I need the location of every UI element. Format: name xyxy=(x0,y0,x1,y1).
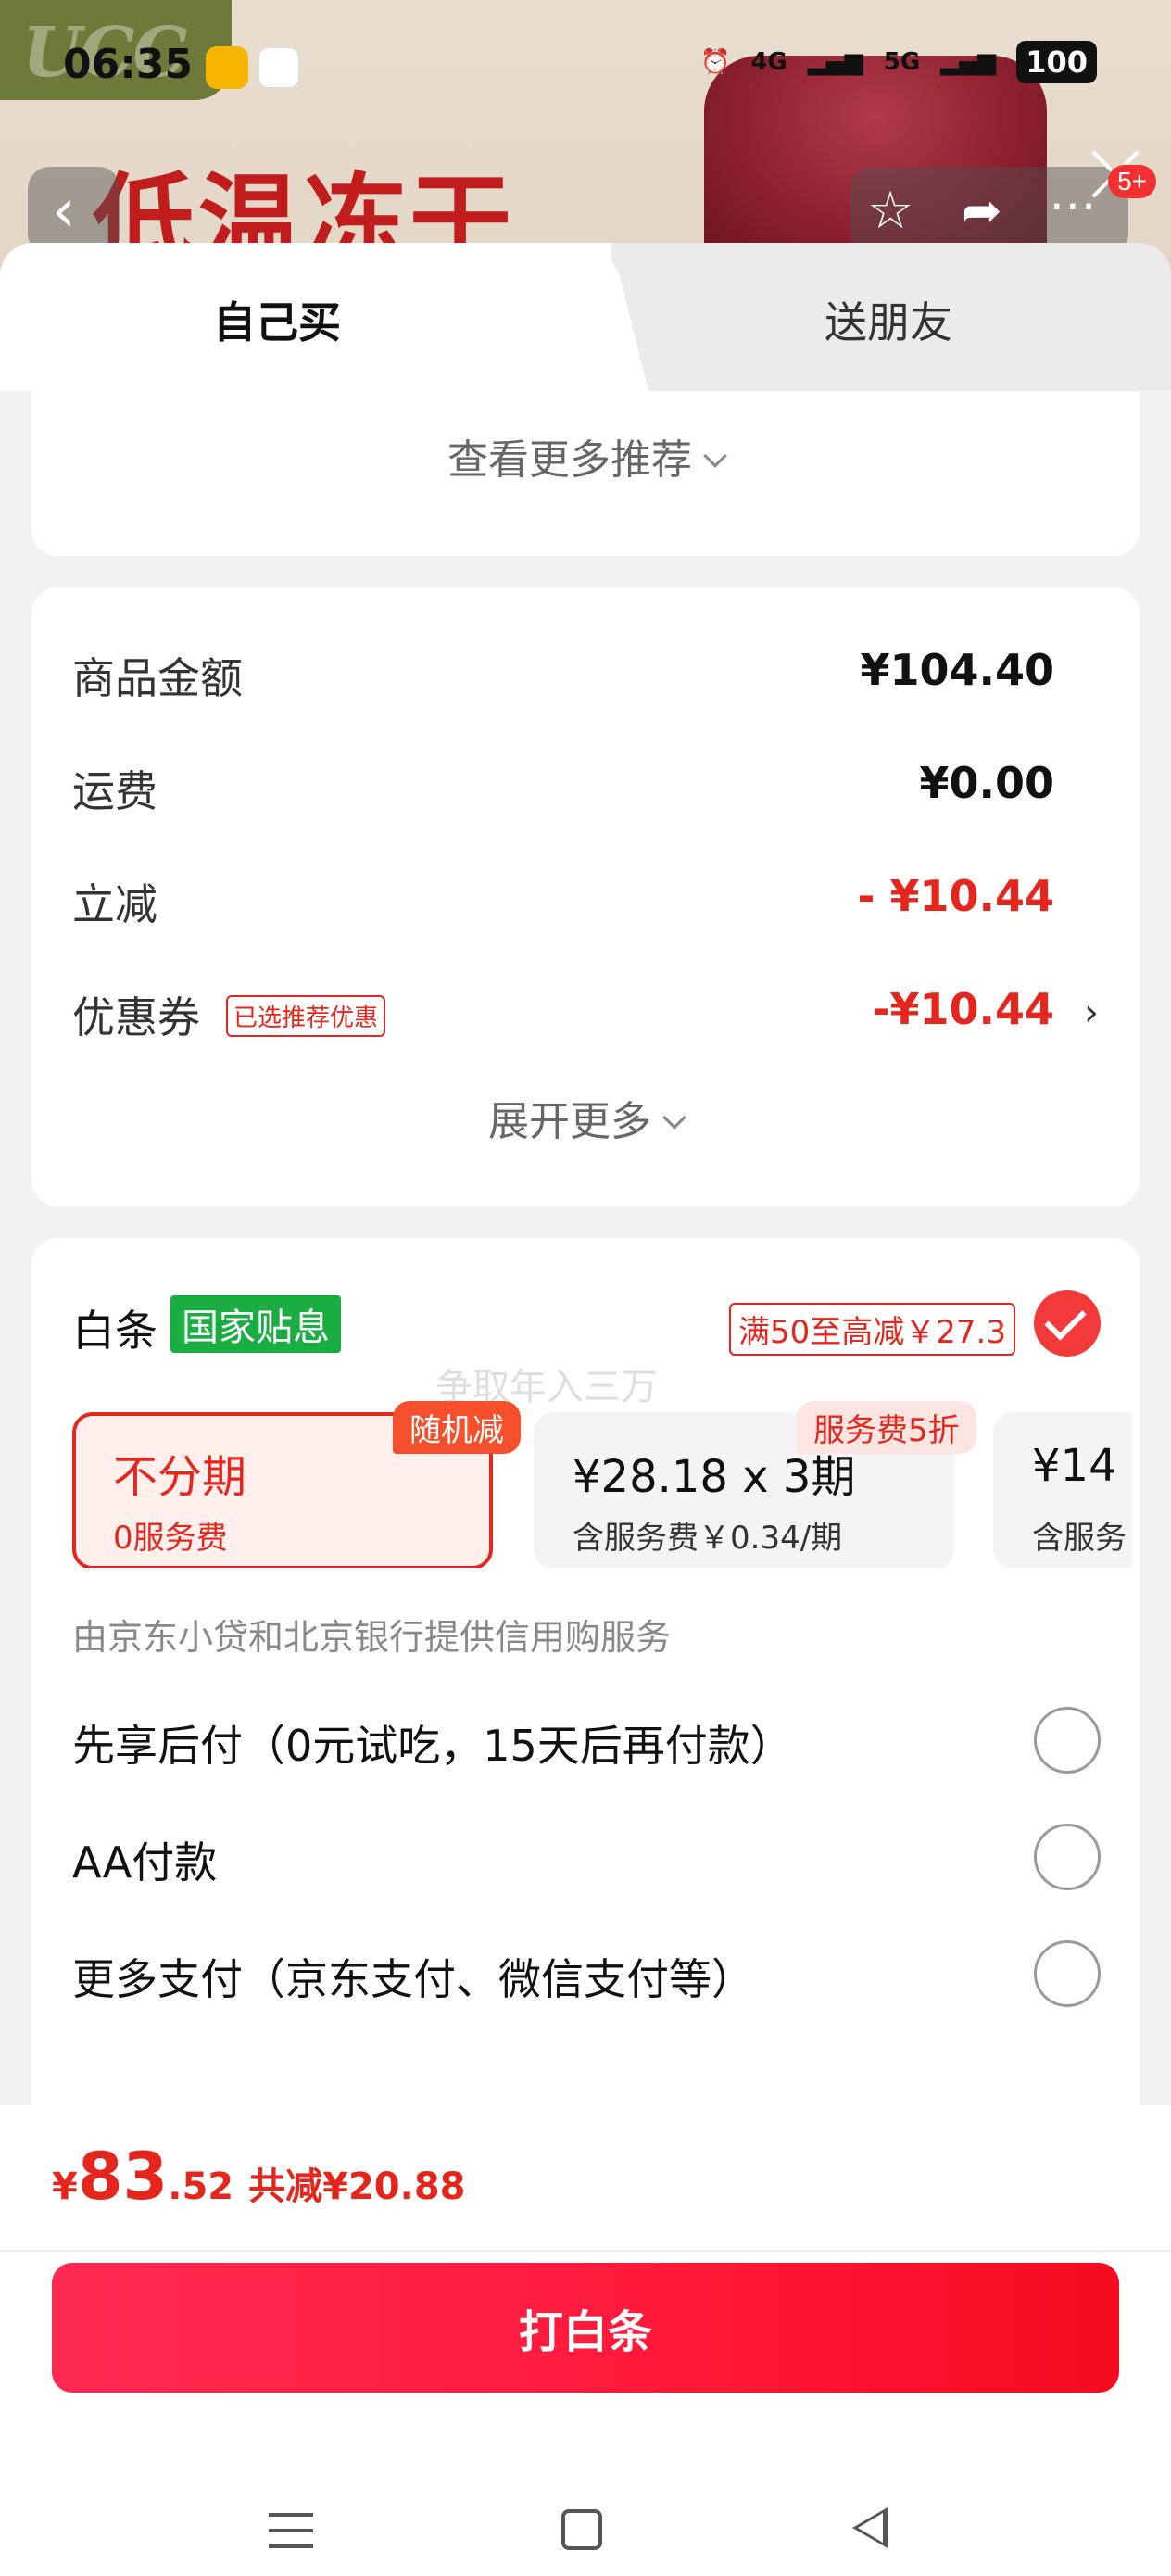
baitiao-label: 白条 xyxy=(72,1306,157,1356)
chevron-down-icon xyxy=(662,1105,686,1130)
purchase-tabs: 自己买 送朋友 xyxy=(0,243,1171,391)
alarm-icon: ⏰ xyxy=(699,48,731,76)
share-icon[interactable]: ➦ xyxy=(962,182,1002,241)
weibo-app-icon xyxy=(206,46,248,89)
signal-icon: ▂▄▆ xyxy=(807,48,863,76)
network-5g-label: 5G xyxy=(883,48,921,76)
tab-buy-self[interactable]: 自己买 xyxy=(213,289,341,350)
chevron-right-icon: › xyxy=(1084,991,1099,1034)
divider xyxy=(0,2250,1171,2252)
pay-baitiao-button[interactable]: 打白条 xyxy=(52,2263,1119,2393)
total-price: ¥83.52 共减¥20.88 xyxy=(52,2139,466,2215)
network-4g-label: 4G xyxy=(750,48,787,76)
summary-row-shipping: 运费 ¥0.00 xyxy=(72,758,1054,816)
signal-icon: ▂▄▆ xyxy=(940,48,997,76)
option-aa-pay[interactable]: AA付款 xyxy=(72,1816,1101,1900)
battery-indicator: 100 xyxy=(1016,41,1097,83)
home-icon[interactable] xyxy=(561,2509,602,2550)
promo-tag: 满50至高减￥27.3 xyxy=(729,1303,1015,1356)
status-bar: 06:35 ⏰ 4G ▂▄▆ 5G ▂▄▆ 100 xyxy=(0,0,1171,130)
plan-more-installments[interactable]: ¥14 含服务 xyxy=(993,1412,1132,1568)
recommend-card: 查看更多推荐 xyxy=(31,391,1140,556)
star-icon[interactable]: ☆ xyxy=(867,182,913,241)
summary-row-goods: 商品金额 ¥104.40 xyxy=(72,645,1054,703)
installment-plans: 不分期 0服务费 随机减 ¥28.18 x 3期 含服务费￥0.34/期 服务费… xyxy=(72,1401,1132,1568)
radio-button[interactable] xyxy=(1034,1707,1101,1774)
price-summary-card: 商品金额 ¥104.40 运费 ¥0.00 立减 - ¥10.44 优惠券 已选… xyxy=(31,587,1140,1206)
baitiao-check-icon[interactable] xyxy=(1034,1290,1101,1357)
back-icon[interactable] xyxy=(852,2507,888,2548)
credit-provider-note: 由京东小贷和北京银行提供信用购服务 xyxy=(72,1617,672,1658)
radio-button[interactable] xyxy=(1034,1824,1101,1890)
menu-icon[interactable] xyxy=(269,2511,313,2550)
status-time: 06:35 xyxy=(63,41,194,88)
subsidy-badge: 国家贴息 xyxy=(170,1295,341,1353)
summary-row-coupon[interactable]: 优惠券 已选推荐优惠 -¥10.44 › xyxy=(72,977,1099,1042)
message-badge: 5+ xyxy=(1108,165,1156,198)
chevron-left-icon: ‹ xyxy=(52,177,76,246)
system-nav-bar xyxy=(0,2474,1171,2576)
option-more-pay[interactable]: 更多支付（京东支付、微信支付等） xyxy=(72,1933,1101,2016)
chevron-down-icon xyxy=(703,444,727,468)
coupon-tag: 已选推荐优惠 xyxy=(226,995,386,1037)
summary-row-discount: 立减 - ¥10.44 xyxy=(72,871,1054,929)
checkout-footer: ¥83.52 共减¥20.88 打白条 xyxy=(0,2105,1171,2576)
plan-badge-fee-discount: 服务费5折 xyxy=(797,1401,976,1454)
option-pay-later[interactable]: 先享后付（0元试吃，15天后再付款） xyxy=(72,1699,1101,1783)
expand-more-link[interactable]: 展开更多 xyxy=(31,1088,1140,1147)
watermark-text: 争取年入三万 xyxy=(435,1366,658,1408)
app-icon xyxy=(258,46,300,89)
total-saved: 共减¥20.88 xyxy=(248,2166,466,2208)
status-indicators: ⏰ 4G ▂▄▆ 5G ▂▄▆ 100 xyxy=(700,41,1097,83)
radio-button[interactable] xyxy=(1034,1940,1101,2007)
tab-gift-friend[interactable]: 送朋友 xyxy=(825,289,952,350)
view-more-recommend-link[interactable]: 查看更多推荐 xyxy=(31,426,1140,486)
